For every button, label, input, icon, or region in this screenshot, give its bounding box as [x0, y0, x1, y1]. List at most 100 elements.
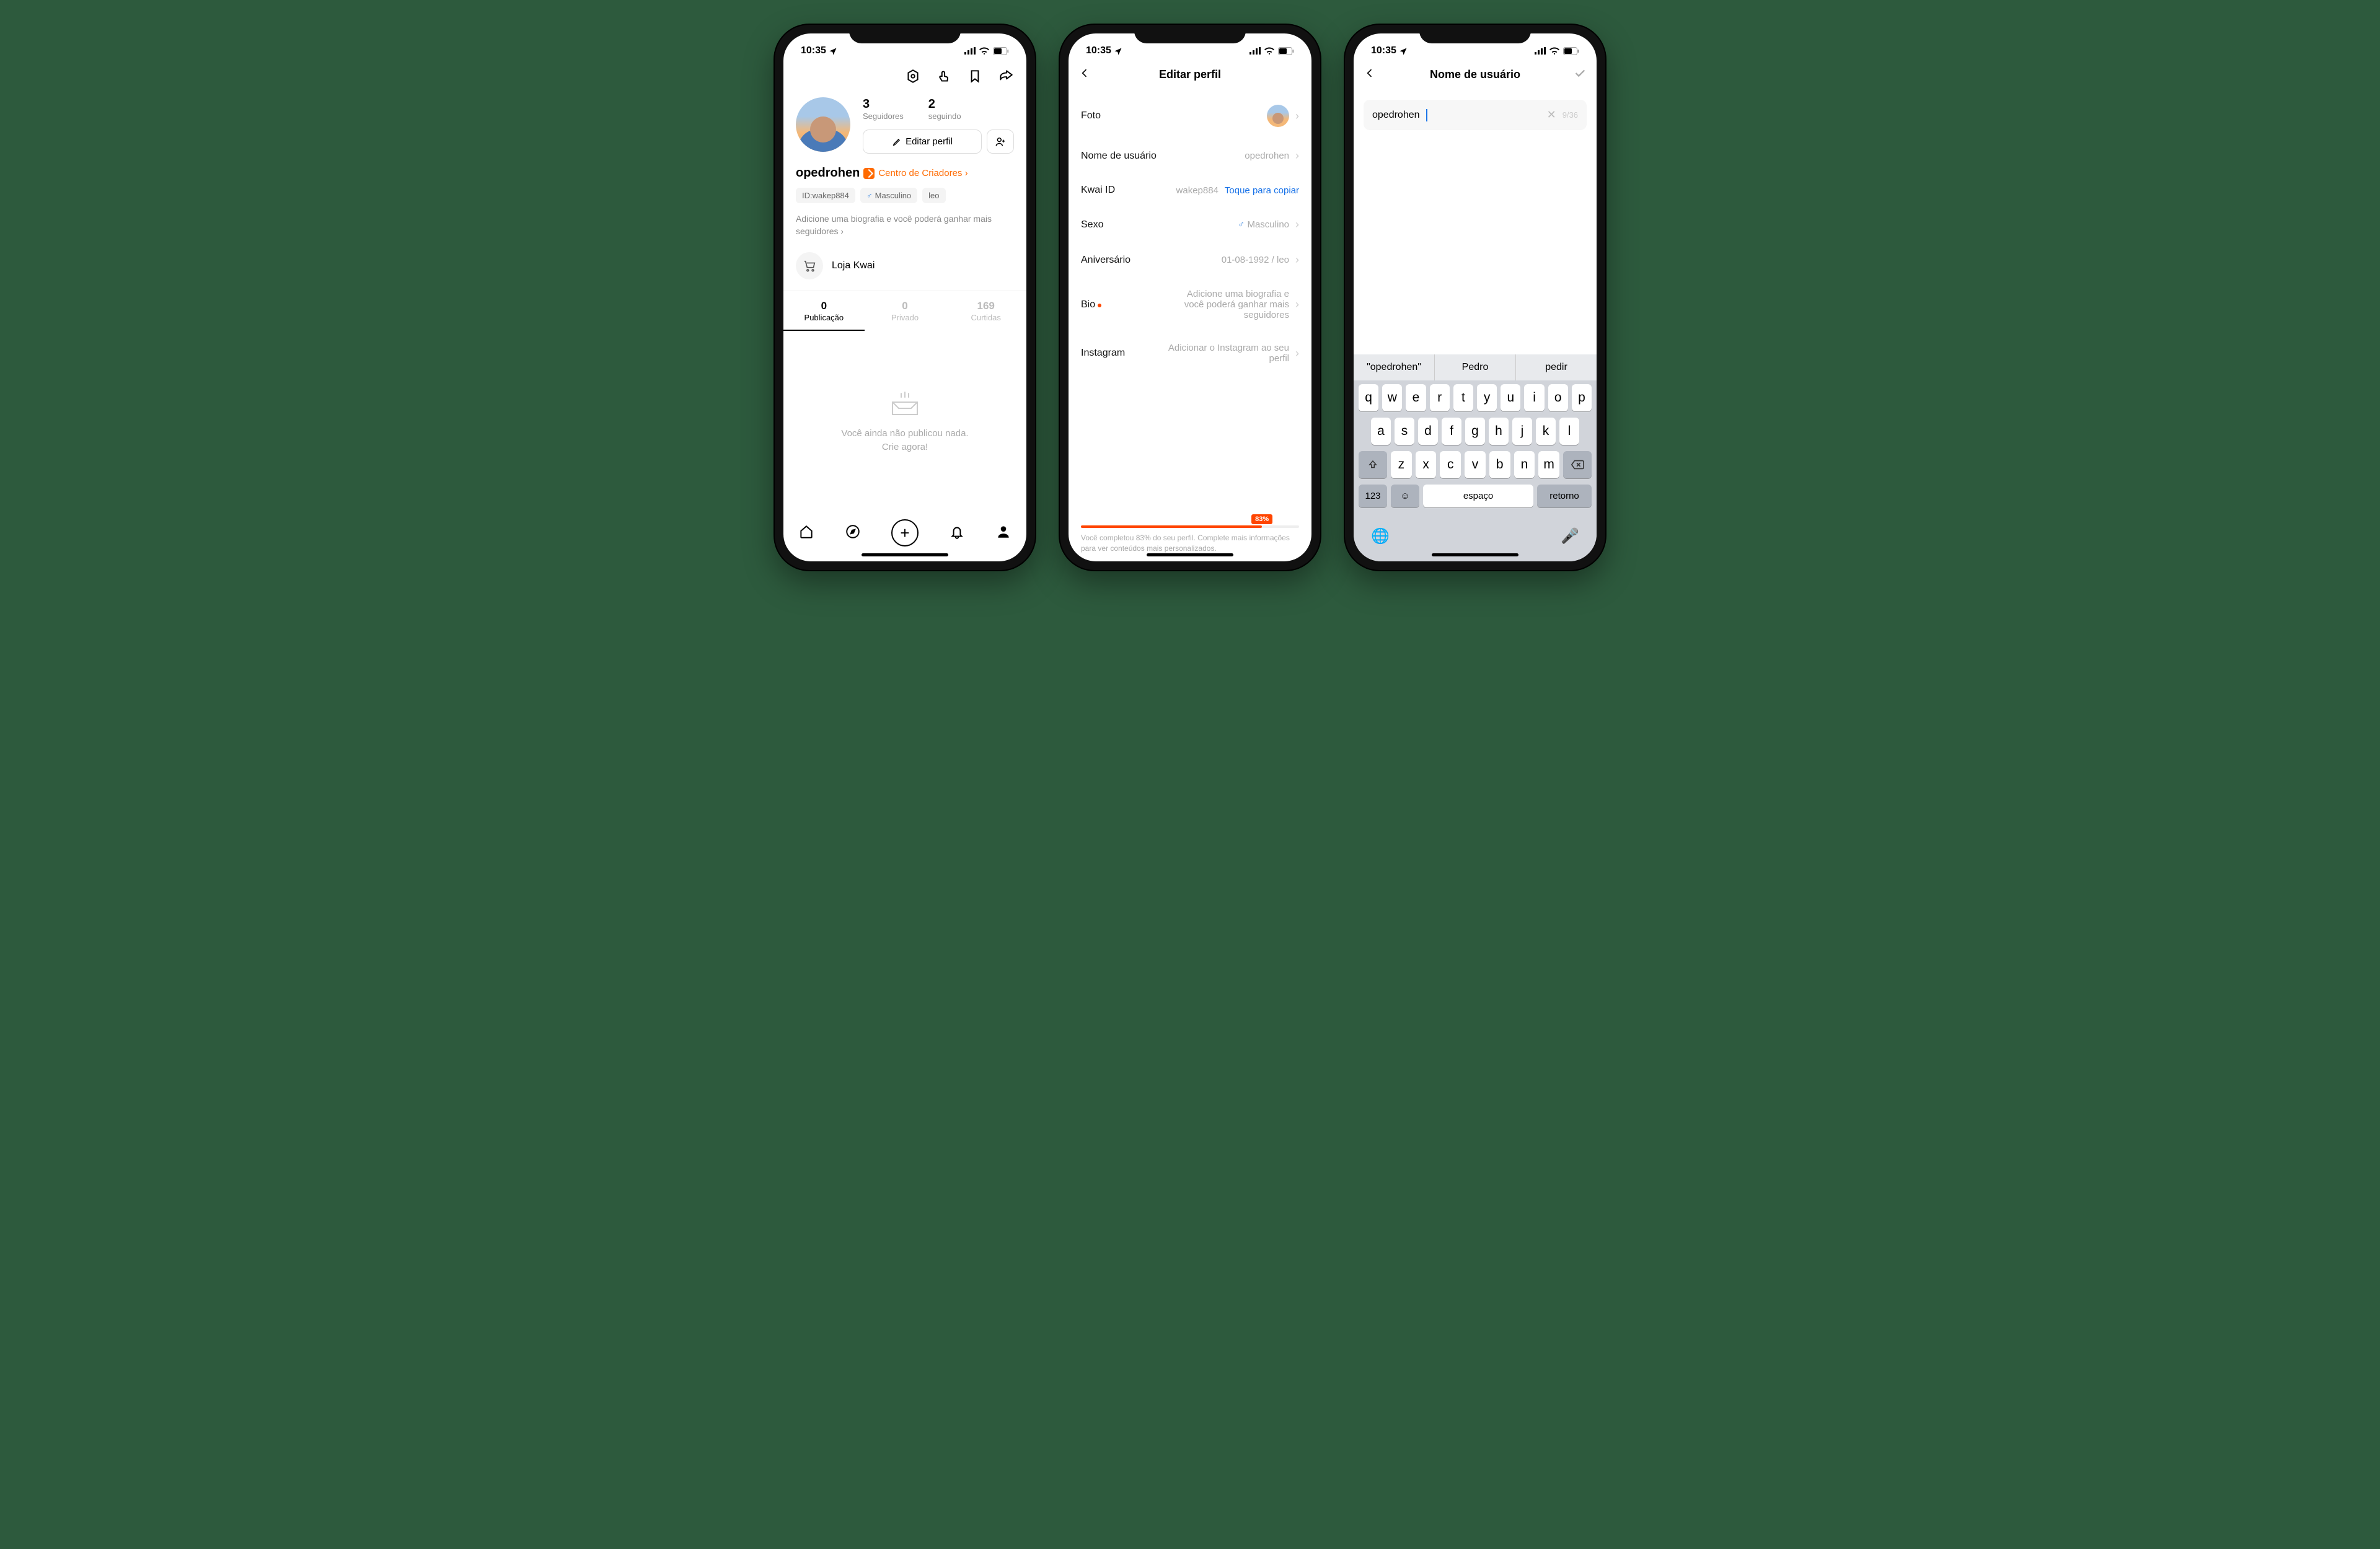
- return-key[interactable]: retorno: [1537, 485, 1592, 507]
- tag-id[interactable]: ID:wakep884: [796, 188, 855, 203]
- kwai-shop-row[interactable]: Loja Kwai: [783, 247, 1026, 291]
- row-gender[interactable]: Sexo ♂ Masculino ›: [1069, 207, 1311, 242]
- key-p[interactable]: p: [1572, 384, 1592, 411]
- mic-icon[interactable]: 🎤: [1561, 527, 1579, 545]
- key-v[interactable]: v: [1465, 451, 1486, 478]
- chevron-right-icon: ›: [1295, 218, 1299, 231]
- key-i[interactable]: i: [1524, 384, 1544, 411]
- suggestion[interactable]: Pedro: [1435, 354, 1516, 380]
- keyboard-suggestions: "opedrohen" Pedro pedir: [1354, 354, 1597, 380]
- home-indicator[interactable]: [1147, 553, 1233, 556]
- nav-home-icon[interactable]: [798, 524, 814, 543]
- location-icon: [1114, 46, 1123, 56]
- tab-likes[interactable]: 169 Curtidas: [945, 291, 1026, 331]
- key-f[interactable]: f: [1442, 418, 1461, 445]
- cart-icon: [796, 252, 823, 279]
- key-y[interactable]: y: [1477, 384, 1497, 411]
- emoji-key[interactable]: ☺: [1391, 485, 1419, 507]
- key-r[interactable]: r: [1430, 384, 1450, 411]
- key-x[interactable]: x: [1416, 451, 1437, 478]
- key-o[interactable]: o: [1548, 384, 1568, 411]
- key-k[interactable]: k: [1536, 418, 1556, 445]
- notch: [1134, 25, 1246, 43]
- key-a[interactable]: a: [1371, 418, 1391, 445]
- key-m[interactable]: m: [1538, 451, 1559, 478]
- key-c[interactable]: c: [1440, 451, 1461, 478]
- key-b[interactable]: b: [1489, 451, 1510, 478]
- chevron-right-icon: ›: [1295, 110, 1299, 123]
- suggestion[interactable]: "opedrohen": [1354, 354, 1435, 380]
- bookmark-icon[interactable]: [967, 68, 983, 87]
- followers-label: Seguidores: [863, 112, 904, 121]
- row-birthday[interactable]: Aniversário 01-08-1992 / leo ›: [1069, 242, 1311, 278]
- space-key[interactable]: espaço: [1423, 485, 1533, 507]
- backspace-key[interactable]: [1563, 451, 1592, 478]
- key-l[interactable]: l: [1559, 418, 1579, 445]
- location-icon: [1399, 46, 1408, 56]
- signal-icon: [1535, 47, 1546, 55]
- row-bio[interactable]: Bio Adicione uma biografia e você poderá…: [1069, 278, 1311, 331]
- gesture-icon[interactable]: [936, 68, 952, 87]
- row-instagram[interactable]: Instagram Adicionar o Instagram ao seu p…: [1069, 331, 1311, 375]
- following-stat[interactable]: 2 seguindo: [928, 97, 961, 121]
- back-button[interactable]: [1364, 67, 1376, 82]
- alert-dot-icon: [1098, 304, 1101, 307]
- key-u[interactable]: u: [1501, 384, 1520, 411]
- row-username[interactable]: Nome de usuário opedrohen ›: [1069, 138, 1311, 173]
- tab-posts[interactable]: 0 Publicação: [783, 291, 865, 331]
- back-button[interactable]: [1078, 67, 1091, 82]
- nav-notifications-icon[interactable]: [949, 524, 965, 543]
- settings-icon[interactable]: [905, 68, 921, 87]
- edit-profile-button[interactable]: Editar perfil: [863, 129, 982, 154]
- tab-private[interactable]: 0 Privado: [865, 291, 946, 331]
- tag-zodiac[interactable]: leo: [922, 188, 945, 203]
- row-kwai-id[interactable]: Kwai ID wakep884 Toque para copiar: [1069, 173, 1311, 207]
- shift-key[interactable]: [1359, 451, 1387, 478]
- phone-username-input: 10:35 Nome de usuário opedrohen ✕ 9/36: [1345, 25, 1605, 570]
- key-w[interactable]: w: [1382, 384, 1402, 411]
- pencil-icon: [892, 137, 902, 147]
- input-value: opedrohen: [1372, 110, 1420, 121]
- following-count: 2: [928, 97, 961, 112]
- followers-stat[interactable]: 3 Seguidores: [863, 97, 904, 121]
- key-n[interactable]: n: [1514, 451, 1535, 478]
- key-j[interactable]: j: [1512, 418, 1532, 445]
- wifi-icon: [1264, 47, 1274, 55]
- avatar[interactable]: [796, 97, 850, 152]
- key-z[interactable]: z: [1391, 451, 1412, 478]
- confirm-button[interactable]: [1573, 66, 1587, 83]
- key-q[interactable]: q: [1359, 384, 1378, 411]
- row-photo[interactable]: Foto ›: [1069, 94, 1311, 138]
- key-s[interactable]: s: [1395, 418, 1414, 445]
- key-e[interactable]: e: [1406, 384, 1426, 411]
- globe-icon[interactable]: 🌐: [1371, 527, 1390, 545]
- phone-profile: 10:35 3: [775, 25, 1035, 570]
- status-time: 10:35: [1371, 45, 1396, 56]
- numeric-key[interactable]: 123: [1359, 485, 1387, 507]
- key-h[interactable]: h: [1489, 418, 1509, 445]
- char-count: 9/36: [1562, 110, 1578, 120]
- suggestion[interactable]: pedir: [1516, 354, 1597, 380]
- tag-gender[interactable]: ♂Masculino: [860, 188, 917, 203]
- keyboard: qwertyuiop asdfghjkl zxcvbnm 123 ☺ espaç…: [1354, 380, 1597, 519]
- nav-explore-icon[interactable]: [845, 524, 861, 543]
- home-indicator[interactable]: [1432, 553, 1518, 556]
- copy-link[interactable]: Toque para copiar: [1225, 185, 1299, 196]
- creator-center-link[interactable]: Centro de Criadores ›: [878, 168, 967, 178]
- share-icon[interactable]: [998, 68, 1014, 87]
- followers-count: 3: [863, 97, 904, 112]
- clear-icon[interactable]: ✕: [1547, 108, 1556, 121]
- add-friend-button[interactable]: [987, 129, 1014, 154]
- username-input[interactable]: opedrohen ✕ 9/36: [1364, 100, 1587, 130]
- status-time: 10:35: [801, 45, 826, 56]
- nav-create-button[interactable]: +: [891, 519, 919, 546]
- key-g[interactable]: g: [1465, 418, 1485, 445]
- progress-percent: 83%: [1251, 514, 1272, 524]
- nav-profile-icon[interactable]: [995, 524, 1011, 543]
- home-indicator[interactable]: [862, 553, 948, 556]
- key-d[interactable]: d: [1418, 418, 1438, 445]
- battery-icon: [993, 47, 1009, 55]
- bio-hint[interactable]: Adicione uma biografia e você poderá gan…: [783, 207, 1026, 247]
- key-t[interactable]: t: [1453, 384, 1473, 411]
- status-time: 10:35: [1086, 45, 1111, 56]
